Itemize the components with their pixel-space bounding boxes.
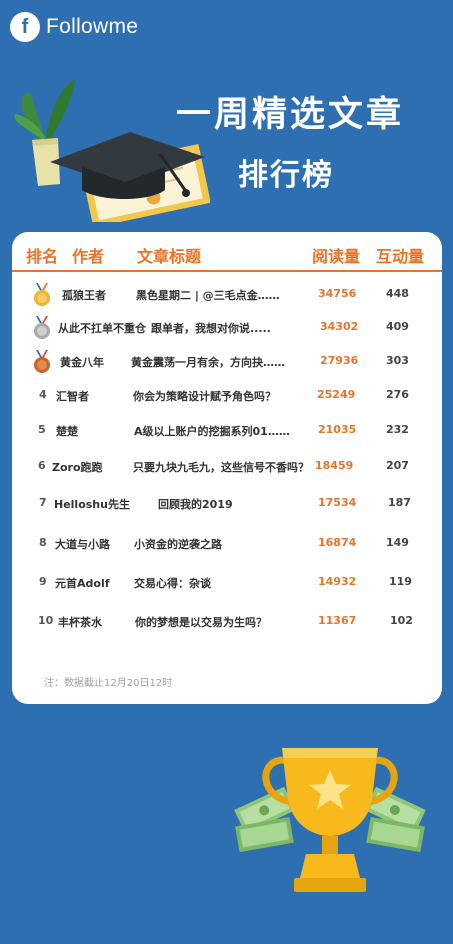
read-count: 11367	[318, 614, 357, 627]
article-title[interactable]: 你会为策略设计赋予角色吗？	[133, 388, 276, 404]
article-title[interactable]: 你的梦想是以交易为生吗？	[135, 614, 267, 630]
read-count: 34756	[318, 287, 357, 300]
interaction-count: 207	[386, 459, 409, 472]
table-row[interactable]: 6 Zoro跑跑 只要九块九毛九，这些信号不香吗？ 18459 207	[12, 453, 442, 483]
trophy-illustration-icon	[234, 748, 426, 892]
article-title[interactable]: 黑色星期二 | @三毛点金……	[136, 287, 280, 303]
author-name: 孤狼王者	[62, 289, 106, 302]
article-title[interactable]: A级以上账户的挖掘系列01……	[134, 423, 290, 439]
read-count: 25249	[317, 388, 356, 401]
interaction-count: 232	[386, 423, 409, 436]
article-title[interactable]: 只要九块九毛九，这些信号不香吗？	[133, 459, 309, 475]
author-name: Helloshu先生	[54, 498, 130, 511]
article-title[interactable]: 交易心得：杂谈	[134, 575, 211, 591]
read-count: 16874	[318, 536, 357, 549]
interaction-count: 448	[386, 287, 409, 300]
rank-number: 7	[39, 496, 47, 509]
interaction-count: 119	[389, 575, 412, 588]
rank-number: 4	[39, 388, 47, 401]
author-name: 元首Adolf	[55, 577, 110, 590]
interaction-count: 102	[390, 614, 413, 627]
rank-number: 6	[38, 459, 46, 472]
interaction-count: 149	[386, 536, 409, 549]
column-author: 作者	[72, 247, 105, 266]
table-row[interactable]: 7 Helloshu先生 回顾我的2019 17534 187	[12, 490, 442, 520]
author-name: 楚楚	[56, 425, 78, 438]
read-count: 17534	[318, 496, 357, 509]
column-title: 文章标题	[137, 247, 202, 266]
brand-name: Followme	[46, 15, 139, 38]
data-cutoff-note: 注：数据截止12月20日12时	[44, 678, 173, 689]
read-count: 27936	[320, 354, 359, 367]
column-reads: 阅读量	[312, 247, 361, 266]
table-row[interactable]: 孤狼王者 黑色星期二 | @三毛点金…… 34756 448	[12, 281, 442, 311]
author-name: 丰杯茶水	[58, 616, 102, 629]
read-count: 21035	[318, 423, 357, 436]
ranking-card: 排名 作者 文章标题 阅读量 互动量 孤狼王者 黑色星期二 | @三毛点金…… …	[12, 232, 442, 704]
author-name: 汇智者	[56, 390, 89, 403]
article-title[interactable]: 跟单者，我想对你说.....	[151, 320, 271, 336]
followme-logo-icon: f	[10, 12, 40, 42]
table-row[interactable]: 8 大道与小路 小资金的逆袭之路 16874 149	[12, 530, 442, 560]
author-name: 从此不扛单不重仓	[58, 322, 146, 335]
table-row[interactable]: 从此不扛单不重仓 跟单者，我想对你说..... 34302 409	[12, 314, 442, 344]
author-name: 大道与小路	[55, 538, 110, 551]
column-rank: 排名	[26, 247, 59, 266]
table-header: 排名 作者 文章标题 阅读量 互动量	[12, 232, 442, 272]
read-count: 18459	[315, 459, 354, 472]
table-row[interactable]: 10 丰杯茶水 你的梦想是以交易为生吗？ 11367 102	[12, 608, 442, 638]
table-row[interactable]: 黄金八年 黄金震荡一月有余，方向抉…… 27936 303	[12, 348, 442, 378]
table-row[interactable]: 5 楚楚 A级以上账户的挖掘系列01…… 21035 232	[12, 417, 442, 447]
article-title[interactable]: 小资金的逆袭之路	[134, 536, 222, 552]
article-title[interactable]: 回顾我的2019	[158, 496, 233, 512]
bronze-medal-icon	[34, 350, 50, 373]
gold-medal-icon	[34, 283, 50, 306]
table-row[interactable]: 4 汇智者 你会为策略设计赋予角色吗？ 25249 276	[12, 382, 442, 412]
column-interactions: 互动量	[376, 247, 425, 266]
rank-number: 8	[39, 536, 47, 549]
article-title[interactable]: 黄金震荡一月有余，方向抉……	[131, 354, 285, 370]
silver-medal-icon	[34, 316, 50, 339]
brand-logo: f Followme	[10, 12, 138, 42]
rank-number: 9	[39, 575, 47, 588]
interaction-count: 409	[386, 320, 409, 333]
rank-number: 10	[38, 614, 54, 627]
read-count: 14932	[318, 575, 357, 588]
page-title: 一周精选文章	[175, 95, 404, 135]
table-row[interactable]: 9 元首Adolf 交易心得：杂谈 14932 119	[12, 569, 442, 599]
author-name: Zoro跑跑	[52, 461, 103, 474]
interaction-count: 276	[386, 388, 409, 401]
interaction-count: 187	[388, 496, 411, 509]
interaction-count: 303	[386, 354, 409, 367]
page-subtitle: 排行榜	[238, 158, 334, 193]
read-count: 34302	[320, 320, 359, 333]
rank-number: 5	[38, 423, 46, 436]
author-name: 黄金八年	[60, 356, 104, 369]
